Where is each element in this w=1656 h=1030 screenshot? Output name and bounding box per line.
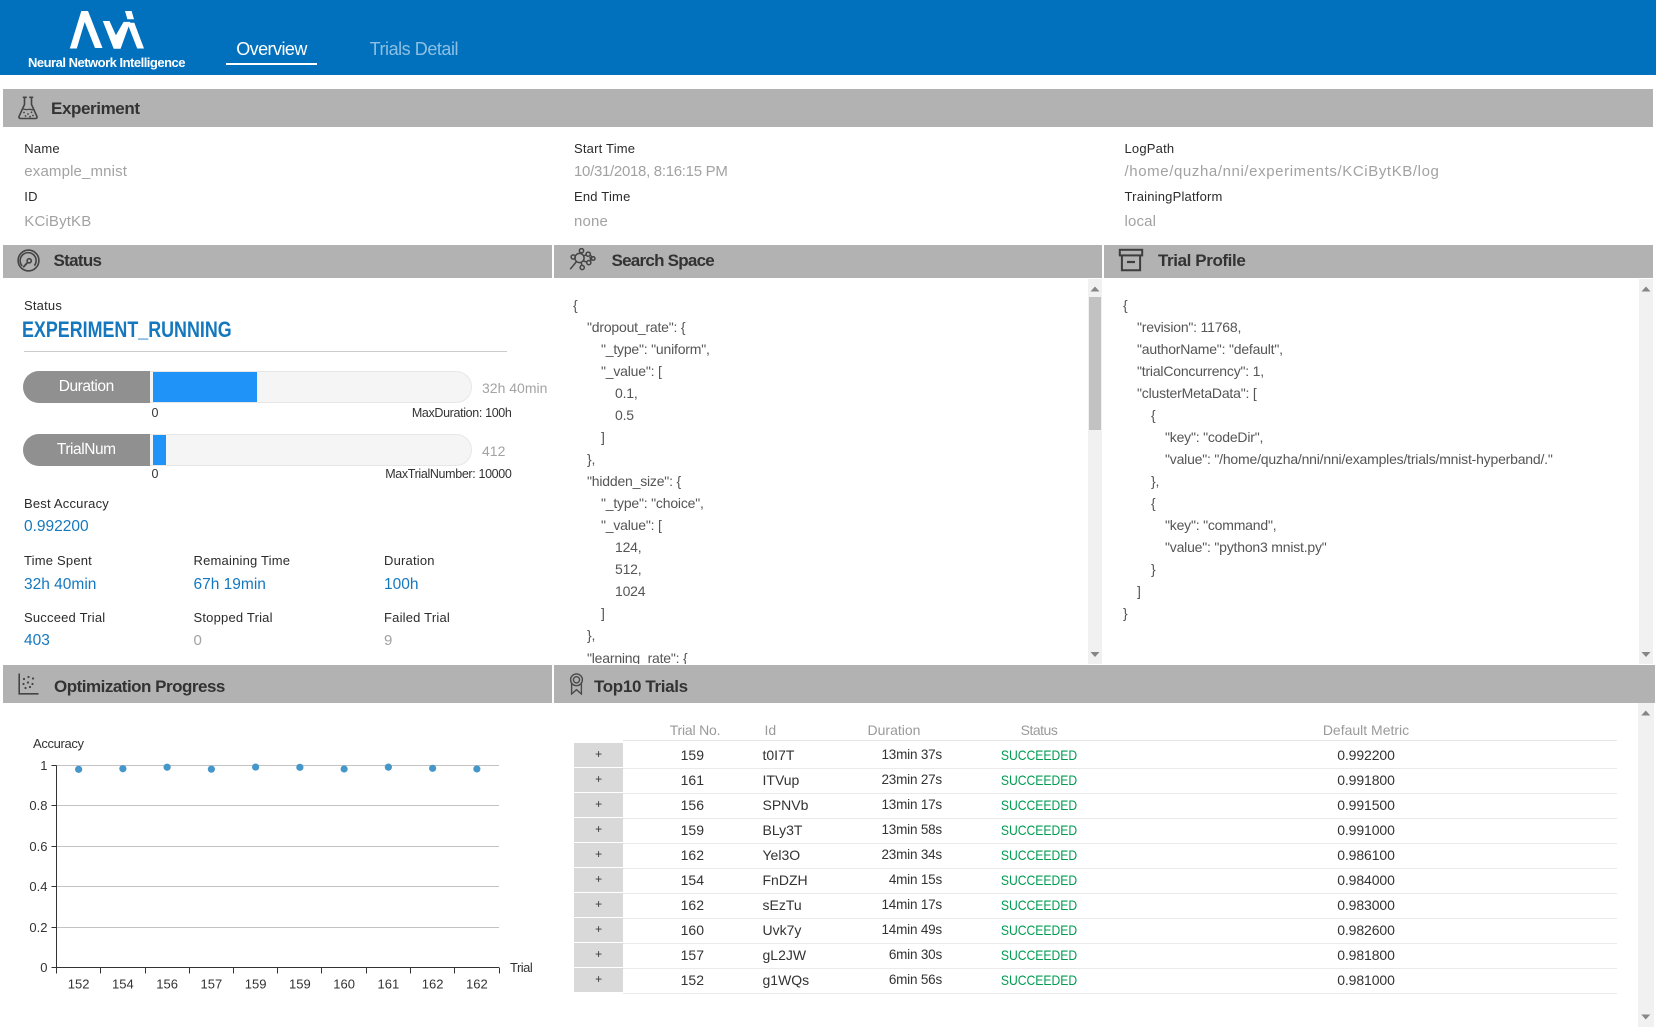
svg-text:1: 1 xyxy=(40,758,47,773)
svg-text:0.6: 0.6 xyxy=(29,839,47,854)
svg-text:162: 162 xyxy=(466,976,488,991)
svg-text:0.4: 0.4 xyxy=(29,879,47,894)
svg-text:159: 159 xyxy=(289,976,311,991)
svg-text:157: 157 xyxy=(201,976,223,991)
svg-text:161: 161 xyxy=(378,976,400,991)
svg-text:156: 156 xyxy=(156,976,178,991)
svg-text:152: 152 xyxy=(68,976,90,991)
svg-text:Trial: Trial xyxy=(510,960,533,975)
svg-text:Accuracy: Accuracy xyxy=(33,736,85,751)
svg-text:0.2: 0.2 xyxy=(29,920,47,935)
svg-text:160: 160 xyxy=(333,976,355,991)
svg-text:0.8: 0.8 xyxy=(29,798,47,813)
svg-text:154: 154 xyxy=(112,976,134,991)
svg-text:162: 162 xyxy=(422,976,444,991)
svg-text:0: 0 xyxy=(40,960,47,975)
svg-text:159: 159 xyxy=(245,976,267,991)
